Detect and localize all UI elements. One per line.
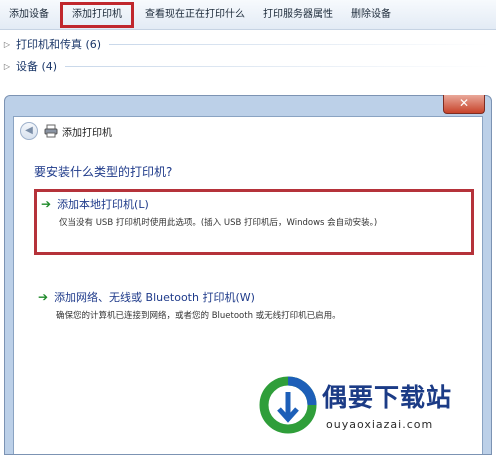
dialog-nav-bar: ◀ 添加打印机 [14,117,482,145]
watermark-name: 偶要下载站 [322,383,453,412]
command-toolbar: 添加设备 添加打印机 查看现在正在打印什么 打印服务器属性 删除设备 [0,0,496,30]
add-printer-button[interactable]: 添加打印机 [60,1,134,28]
see-whats-printing-button[interactable]: 查看现在正在打印什么 [136,2,254,28]
green-arrow-icon: ➔ [41,197,52,211]
option-description: 仅当没有 USB 打印机时使用此选项。(插入 USB 打印机后，Windows … [59,218,378,228]
add-network-printer-option[interactable]: ➔ 添加网络、无线或 Bluetooth 打印机(W) 确保您的计算机已连接到网… [34,285,474,321]
dialog-question: 要安装什么类型的打印机? [34,165,173,179]
expand-arrow-icon[interactable]: ▷ [0,40,14,49]
remove-device-button[interactable]: 删除设备 [342,2,400,28]
add-device-button[interactable]: 添加设备 [0,2,58,28]
back-arrow-icon[interactable]: ◀ [20,122,38,140]
watermark: 偶要下载站 ouyaoxiazai.com [256,370,496,442]
group-divider [65,65,490,67]
close-button[interactable]: ✕ [443,95,485,114]
group-printers-faxes[interactable]: ▷ 打印机和传真 (6) [0,34,496,54]
printer-icon [44,124,58,138]
print-server-properties-button[interactable]: 打印服务器属性 [254,2,342,28]
group-devices[interactable]: ▷ 设备 (4) [0,56,496,76]
group-label: 设备 (4) [16,60,58,73]
add-local-printer-option[interactable]: ➔ 添加本地打印机(L) 仅当没有 USB 打印机时使用此选项。(插入 USB … [34,189,474,255]
watermark-logo-icon [259,376,317,434]
option-description: 确保您的计算机已连接到网络，或者您的 Bluetooth 或无线打印机已启用。 [56,311,341,321]
dialog-title: 添加打印机 [62,127,112,139]
green-arrow-icon: ➔ [38,290,49,304]
group-label: 打印机和传真 (6) [16,38,102,51]
option-title: 添加本地打印机(L) [57,198,149,211]
expand-arrow-icon[interactable]: ▷ [0,62,14,71]
group-divider [109,43,490,45]
watermark-url: ouyaoxiazai.com [326,418,434,431]
option-title: 添加网络、无线或 Bluetooth 打印机(W) [54,291,255,304]
